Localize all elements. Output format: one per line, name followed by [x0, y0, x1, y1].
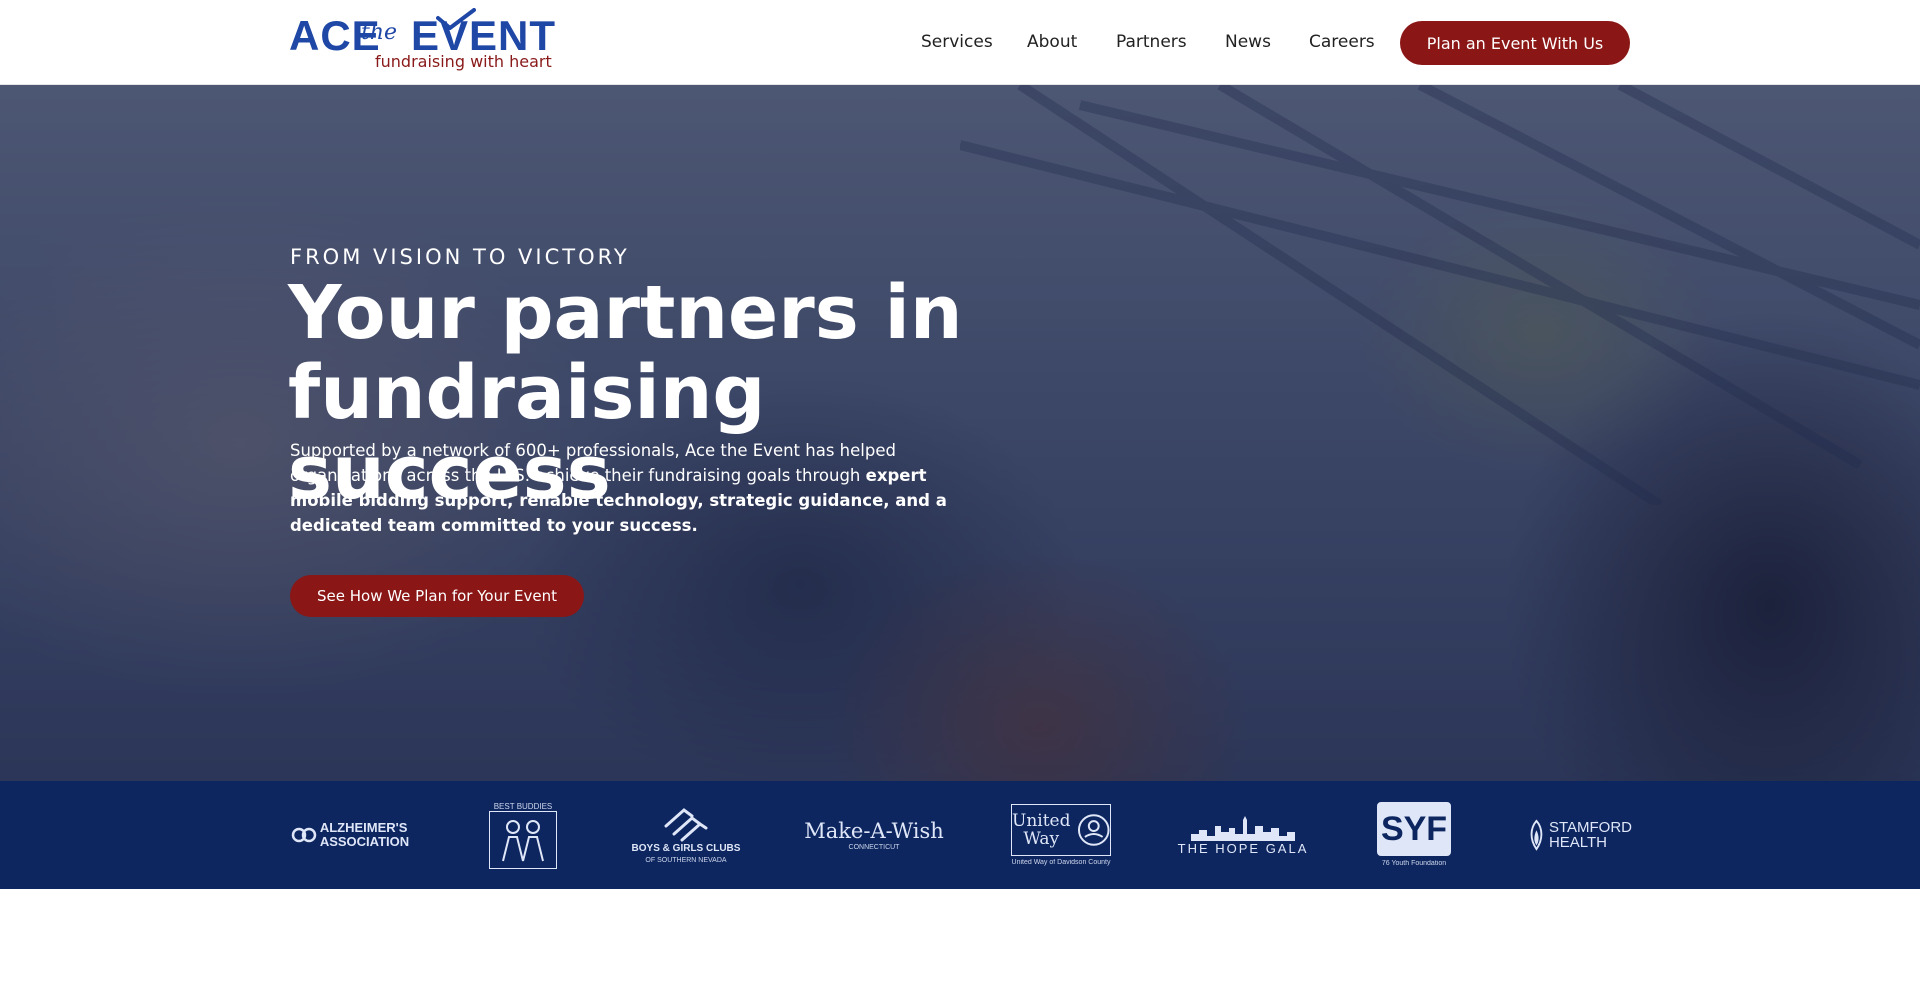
hero-eyebrow: FROM VISION TO VICTORY	[290, 245, 630, 269]
syf-title: SYF	[1380, 810, 1448, 848]
partner-logo-strip: ALZHEIMER'S ASSOCIATION BEST BUDDIES BOY…	[0, 781, 1920, 889]
boys-girls-clubs-logo[interactable]: BOYS & GIRLS CLUBS OF SOUTHERN NEVADA	[631, 799, 741, 871]
page-content-below	[0, 889, 1920, 993]
skyline-icon	[1191, 816, 1295, 841]
best-buddies-title: BEST BUDDIES	[493, 801, 553, 811]
headline-line-1: Your partners in	[288, 270, 963, 356]
alzheimers-icon	[291, 827, 317, 843]
hero-description-text: Supported by a network of 600+ professio…	[290, 441, 896, 485]
make-a-wish-sub: CONNECTICUT	[848, 843, 900, 851]
site-header: ACE the EVENT fundraising with heart Ser…	[0, 0, 1920, 85]
best-buddies-emblem	[489, 810, 557, 869]
clubs-hands-icon	[664, 807, 708, 841]
nav-partners[interactable]: Partners	[1116, 32, 1187, 52]
stamford-title-2: HEALTH	[1548, 834, 1608, 851]
plan-event-button[interactable]: Plan an Event With Us	[1400, 21, 1630, 65]
logo-the-text: the	[361, 20, 398, 45]
flame-icon	[1530, 819, 1543, 851]
united-way-hand-icon	[1077, 813, 1110, 846]
syf-emblem: SYF	[1377, 802, 1451, 856]
alzheimers-logo[interactable]: ALZHEIMER'S ASSOCIATION	[289, 799, 411, 871]
alzheimers-title: ALZHEIMER'S	[319, 820, 408, 835]
united-way-title-2: Way	[1023, 828, 1060, 849]
nav-news[interactable]: News	[1225, 32, 1271, 52]
nav-about[interactable]: About	[1027, 32, 1077, 52]
united-way-sub: United Way of Davidson County	[1011, 858, 1111, 866]
checkmark-icon	[436, 8, 476, 30]
best-buddies-logo[interactable]: BEST BUDDIES	[487, 799, 559, 871]
nav-services[interactable]: Services	[921, 32, 993, 52]
nav-careers[interactable]: Careers	[1309, 32, 1375, 52]
stamford-title: STAMFORD	[1548, 819, 1632, 836]
hero-description: Supported by a network of 600+ professio…	[290, 438, 990, 538]
alzheimers-title-2: ASSOCIATION	[319, 834, 410, 849]
hope-gala-title: THE HOPE GALA	[1177, 841, 1309, 856]
boys-girls-clubs-title: BOYS & GIRLS CLUBS	[631, 842, 741, 854]
hope-gala-logo[interactable]: THE HOPE GALA	[1178, 799, 1306, 871]
make-a-wish-title: Make-A-Wish	[804, 818, 944, 843]
see-how-we-plan-button[interactable]: See How We Plan for Your Event	[290, 575, 584, 617]
buddies-figures-icon	[502, 819, 544, 861]
syf-sub: 76 Youth Foundation	[1381, 860, 1447, 867]
united-way-title: United	[1012, 810, 1071, 831]
boys-girls-clubs-sub: OF SOUTHERN NEVADA	[645, 856, 727, 864]
stamford-health-logo[interactable]: STAMFORD HEALTH	[1528, 799, 1632, 871]
united-way-logo[interactable]: United Way United Way of Davidson County	[1009, 799, 1113, 871]
syf-logo[interactable]: SYF 76 Youth Foundation	[1375, 799, 1453, 871]
united-way-emblem: United Way	[1011, 803, 1111, 856]
logo-tagline: fundraising with heart	[375, 52, 552, 71]
make-a-wish-logo[interactable]: Make-A-Wish CONNECTICUT	[804, 799, 944, 871]
hero-section: FROM VISION TO VICTORY Your partners in …	[0, 85, 1920, 781]
ace-the-event-logo[interactable]: ACE the EVENT fundraising with heart	[289, 8, 561, 76]
